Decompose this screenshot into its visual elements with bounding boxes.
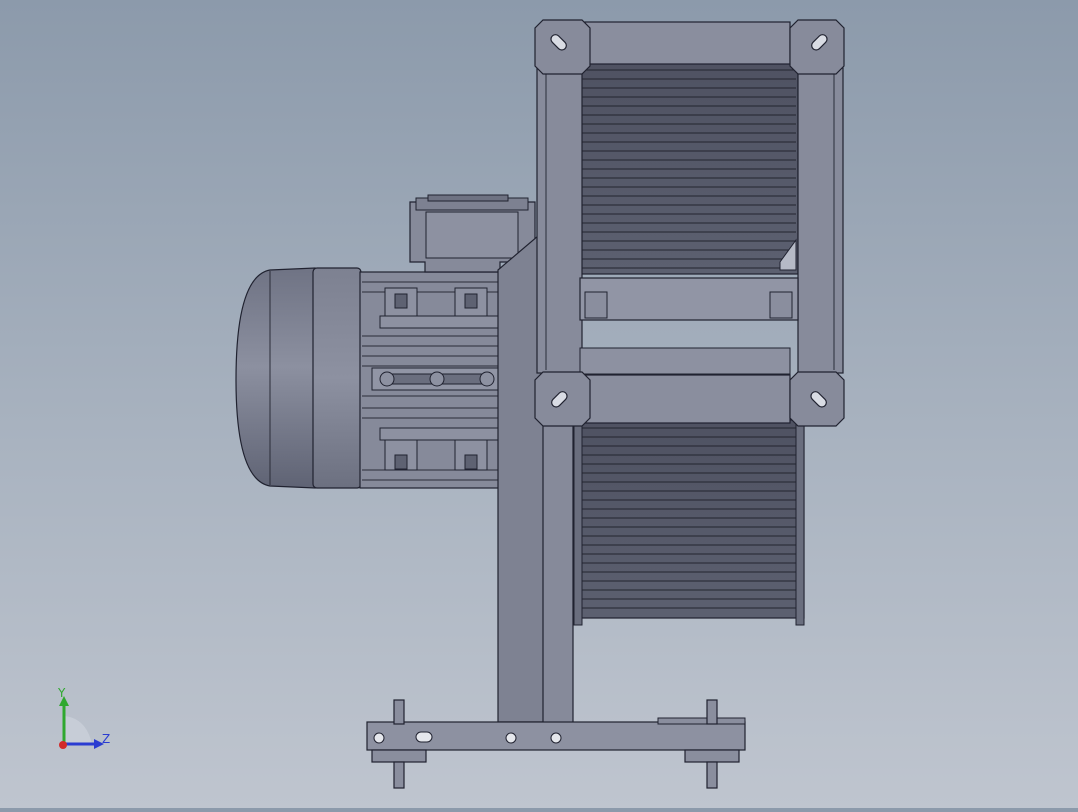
upper-impeller[interactable] bbox=[577, 61, 799, 275]
lower-impeller[interactable] bbox=[573, 419, 805, 626]
triad-plane bbox=[64, 716, 92, 744]
vertical-stand[interactable] bbox=[542, 414, 574, 726]
triad-x-axis bbox=[59, 741, 67, 749]
motor-housing[interactable] bbox=[312, 267, 362, 489]
motor[interactable] bbox=[235, 194, 536, 489]
motor-end-cap[interactable] bbox=[235, 267, 316, 489]
triad-z-label: Z bbox=[102, 732, 111, 746]
orientation-triad[interactable]: Y Z bbox=[40, 680, 130, 760]
base-plate[interactable] bbox=[366, 717, 746, 751]
cad-viewport[interactable]: Y Z bbox=[0, 0, 1078, 808]
triad-y-label: Y bbox=[58, 686, 66, 700]
